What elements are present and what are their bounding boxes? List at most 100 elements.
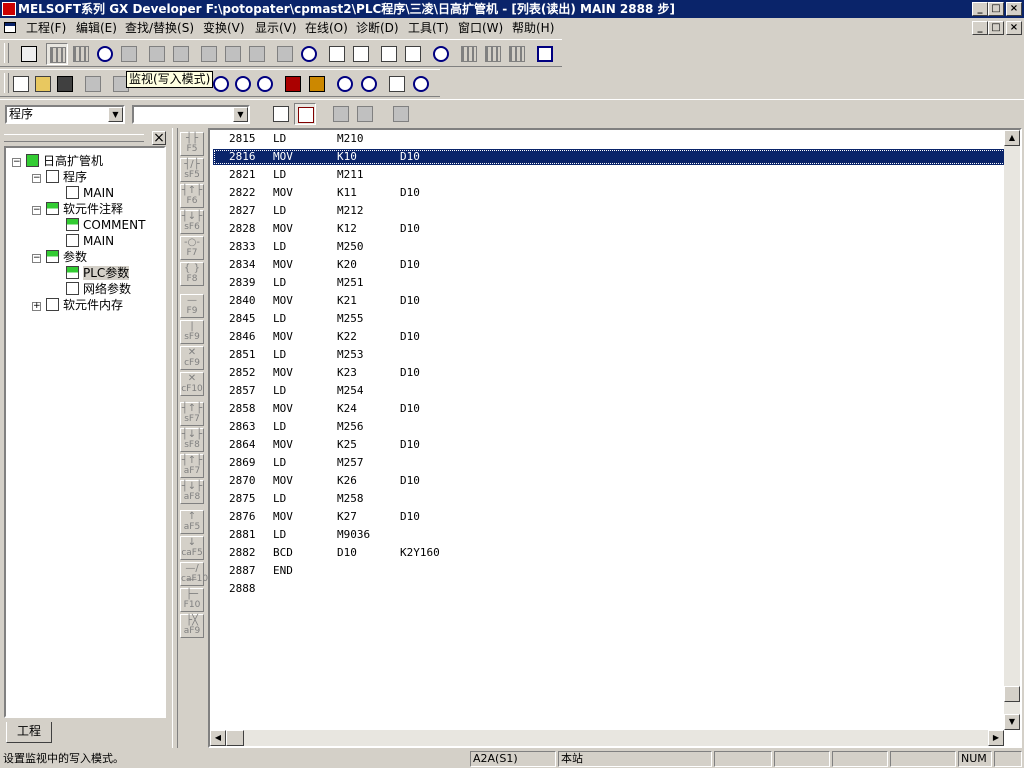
tree-net-params[interactable]: 网络参数 — [66, 281, 131, 297]
menu-help[interactable]: 帮助(H) — [512, 21, 554, 35]
instruction-row[interactable]: 2845 LD M255 — [213, 311, 1006, 327]
vertical-scroll-thumb[interactable] — [1004, 686, 1020, 702]
child-close-button[interactable]: × — [1006, 21, 1022, 35]
tree-comment[interactable]: COMMENT — [66, 217, 145, 233]
toolbar-grip[interactable] — [4, 73, 9, 93]
zoom-out-button[interactable] — [350, 43, 372, 65]
alias-edit-button[interactable] — [246, 43, 268, 65]
tab-project[interactable]: 工程 — [6, 722, 52, 743]
ladder-view-button[interactable] — [18, 43, 40, 65]
fkey-af9-button[interactable]: ├╳ aF9 — [180, 614, 204, 638]
tree-memory[interactable]: 软元件内存 — [46, 297, 123, 313]
horizontal-scrollbar[interactable]: ◀ ▶ — [210, 730, 1004, 746]
instruction-row[interactable]: 2887 END — [213, 563, 1006, 579]
instruction-row[interactable]: 2882 BCD D10 K2Y160 — [213, 545, 1006, 561]
scroll-right-icon[interactable]: ▶ — [988, 730, 1004, 746]
open-button[interactable] — [32, 73, 54, 95]
list-view-button[interactable] — [46, 43, 68, 65]
collapse-icon[interactable]: − — [32, 174, 41, 183]
menu-project[interactable]: 工程(F) — [26, 21, 66, 35]
alias-button[interactable] — [222, 43, 244, 65]
fkey-f5-button[interactable]: ┤├ F5 — [180, 132, 204, 156]
data-name-select[interactable]: ▼ — [132, 105, 250, 124]
child-restore-button[interactable]: □ — [988, 21, 1004, 35]
monitor-button[interactable] — [298, 43, 320, 65]
toolbar-grip[interactable] — [4, 43, 9, 63]
collapse-icon[interactable]: − — [32, 254, 41, 263]
menu-view[interactable]: 显示(V) — [255, 21, 297, 35]
zoom-in-button[interactable] — [326, 43, 348, 65]
tree-comment-main[interactable]: MAIN — [66, 233, 114, 249]
chevron-down-icon[interactable]: ▼ — [108, 107, 123, 122]
instruction-row[interactable]: 2839 LD M251 — [213, 275, 1006, 291]
instruction-row[interactable]: 2846 MOV K22 D10 — [213, 329, 1006, 345]
tree-plc-params[interactable]: PLC参数 — [66, 265, 130, 281]
instruction-row[interactable]: 2888 — [213, 581, 1006, 597]
write-plc-button[interactable] — [282, 73, 304, 95]
instruction-row[interactable]: 2881 LD M9036 — [213, 527, 1006, 543]
instruction-row[interactable]: 2822 MOV K11 D10 — [213, 185, 1006, 201]
write-button[interactable] — [118, 43, 140, 65]
fkey-sf6-button[interactable]: ┤↓├ sF6 — [180, 210, 204, 234]
fkey-f8-button[interactable]: { } F8 — [180, 262, 204, 286]
tree-view-button[interactable] — [294, 103, 316, 125]
pane-grip[interactable] — [4, 134, 144, 142]
minimize-button[interactable]: _ — [972, 2, 988, 16]
menu-tools[interactable]: 工具(T) — [408, 21, 449, 35]
instruction-row[interactable]: 2857 LD M254 — [213, 383, 1006, 399]
menu-window[interactable]: 窗口(W) — [458, 21, 503, 35]
instruction-row[interactable]: 2858 MOV K24 D10 — [213, 401, 1006, 417]
instruction-row[interactable]: 2833 LD M250 — [213, 239, 1006, 255]
fkey-f10-button[interactable]: ├─ F10 — [180, 588, 204, 612]
monitor-stop-button[interactable] — [254, 73, 276, 95]
device-batch-button[interactable] — [458, 43, 480, 65]
fkey-cf9-button[interactable]: ✕ cF9 — [180, 346, 204, 370]
menu-edit[interactable]: 编辑(E) — [76, 21, 117, 35]
fkey-sf8-button[interactable]: ┤↓├ sF8 — [180, 428, 204, 452]
fkey-af8-button[interactable]: ┤↓├ aF8 — [180, 480, 204, 504]
horizontal-scroll-thumb[interactable] — [226, 730, 244, 746]
instruction-row[interactable]: 2863 LD M256 — [213, 419, 1006, 435]
sfc-view-button[interactable] — [70, 43, 92, 65]
new-button[interactable] — [10, 73, 32, 95]
diagnostics-button[interactable] — [410, 73, 432, 95]
instruction-row[interactable]: 2864 MOV K25 D10 — [213, 437, 1006, 453]
fkey-caf10-button[interactable]: —/— caF10 — [180, 562, 208, 586]
scroll-up-icon[interactable]: ▲ — [1004, 130, 1020, 146]
instruction-row[interactable]: 2875 LD M258 — [213, 491, 1006, 507]
collapse-icon[interactable]: − — [12, 158, 21, 167]
note-button[interactable] — [198, 43, 220, 65]
instruction-row[interactable]: 2827 LD M212 — [213, 203, 1006, 219]
fkey-sf5-button[interactable]: ┤/├ sF5 — [180, 158, 204, 182]
list-device-button[interactable] — [274, 43, 296, 65]
close-pane-icon[interactable]: × — [152, 131, 166, 145]
close-button[interactable]: × — [1006, 2, 1022, 16]
monitor-start-button[interactable] — [232, 73, 254, 95]
mdi-window-icon[interactable] — [4, 22, 16, 33]
device-register-button[interactable] — [482, 43, 504, 65]
expand-icon[interactable]: + — [32, 302, 41, 311]
scroll-down-icon[interactable]: ▼ — [1004, 714, 1020, 730]
fkey-f9-button[interactable]: — F9 — [180, 294, 204, 318]
instruction-row[interactable]: 2869 LD M257 — [213, 455, 1006, 471]
find-button[interactable] — [402, 43, 424, 65]
entry-monitor-button[interactable] — [334, 73, 356, 95]
tree-program-main[interactable]: MAIN — [66, 185, 114, 201]
comment-button[interactable] — [146, 43, 168, 65]
instruction-row[interactable]: 2851 LD M253 — [213, 347, 1006, 363]
scroll-left-icon[interactable]: ◀ — [210, 730, 226, 746]
child-minimize-button[interactable]: _ — [972, 21, 988, 35]
collapse-icon[interactable]: − — [32, 206, 41, 215]
fkey-sf7-button[interactable]: ┤↑├ sF7 — [180, 402, 204, 426]
replace-button[interactable] — [430, 43, 452, 65]
tree-root[interactable]: 日高扩管机 — [26, 153, 103, 169]
chevron-down-icon[interactable]: ▼ — [233, 107, 248, 122]
instruction-row[interactable]: 2834 MOV K20 D10 — [213, 257, 1006, 273]
instruction-list[interactable]: 2815 LD M210 2816 MOV K10 D10 2821 LD M211 2822 MOV… — [208, 128, 1022, 748]
program-button[interactable] — [330, 103, 352, 125]
device-memory-button[interactable] — [390, 103, 412, 125]
tree-comments[interactable]: 软元件注释 — [46, 201, 123, 217]
instruction-row[interactable]: 2828 MOV K12 D10 — [213, 221, 1006, 237]
app-icon[interactable] — [2, 2, 16, 16]
menu-find-replace[interactable]: 查找/替换(S) — [125, 21, 194, 35]
